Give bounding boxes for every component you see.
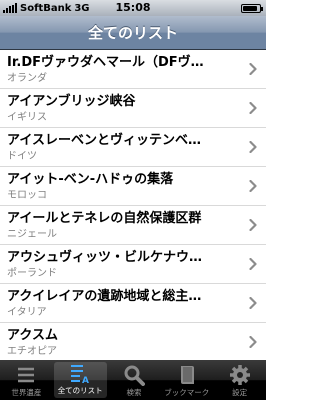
list-icon: [18, 367, 35, 383]
list-item[interactable]: Ir.DFヴァウダヘマール（DFヴ… オランダ: [0, 50, 266, 89]
list-item[interactable]: アイスレーベンとヴィッテンベ… ドイツ: [0, 128, 266, 167]
bookmark-icon: [180, 366, 194, 384]
list-item-title: アクイレイアの遺跡地域と総主…: [7, 289, 202, 304]
battery-fill: [243, 6, 258, 11]
chevron-right-icon: [249, 180, 257, 192]
list-item-title: アウシュヴィッツ・ビルケナウ…: [7, 250, 203, 265]
tab-alpha-list[interactable]: A 全てのリスト: [53, 362, 107, 398]
svg-text:A: A: [82, 376, 89, 384]
list-item[interactable]: アイット-ベン-ハドゥの集落モロッコ: [0, 167, 266, 206]
list-item[interactable]: アイールとテネレの自然保護区群ニジェール: [0, 206, 266, 245]
list-item-country: オランダ: [7, 73, 47, 84]
list-item-title: アイスレーベンとヴィッテンベ…: [7, 133, 201, 148]
tab-search[interactable]: 検索: [108, 360, 161, 400]
tab-label: ブックマーク: [164, 388, 210, 397]
chevron-right-icon: [249, 141, 257, 153]
tab-label: 全てのリスト: [57, 386, 103, 395]
chevron-right-icon: [249, 102, 257, 114]
status-bar: SoftBank 3G 15:08: [0, 0, 266, 16]
tab-label: 検索: [126, 388, 142, 397]
chevron-right-icon: [249, 297, 257, 309]
list-item-title: Ir.DFヴァウダヘマール（DFヴ…: [7, 55, 204, 70]
alpha-list-icon: A: [71, 365, 89, 384]
list-item-title: アイット-ベン-ハドゥの集落: [7, 172, 174, 187]
tab-label: 世界遺産: [11, 388, 42, 397]
list-item-country: ポーランド: [7, 268, 57, 279]
chevron-right-icon: [249, 258, 257, 270]
battery-icon: [241, 4, 263, 13]
tab-list[interactable]: 世界遺産: [0, 360, 53, 400]
search-icon: [124, 365, 145, 386]
heritage-list[interactable]: Ir.DFヴァウダヘマール（DFヴ… オランダアイアンブリッジ峡谷イギリスアイスレ…: [0, 50, 266, 360]
list-item[interactable]: アクスム エチオピア: [0, 323, 266, 360]
list-item-title: アイアンブリッジ峡谷: [7, 94, 136, 109]
navigation-bar: 全てのリスト: [0, 16, 266, 50]
list-item-country: イタリア: [7, 307, 47, 318]
tab-bookmark[interactable]: ブックマーク: [160, 360, 213, 400]
page-title: 全てのリスト: [87, 24, 178, 42]
status-time: 15:08: [115, 1, 151, 14]
list-item[interactable]: アイアンブリッジ峡谷イギリス: [0, 89, 266, 128]
list-item-country: イギリス: [7, 112, 47, 123]
chevron-right-icon: [249, 63, 257, 75]
tab-gear[interactable]: 設定: [213, 360, 266, 400]
list-item[interactable]: アウシュヴィッツ・ビルケナウ… ポーランド: [0, 245, 266, 284]
tab-bar: 世界遺産 A 全てのリスト 検索 ブックマーク 設定: [0, 360, 266, 400]
list-item[interactable]: アクイレイアの遺跡地域と総主… イタリア: [0, 284, 266, 323]
chevron-right-icon: [249, 336, 257, 348]
list-item-title: アイールとテネレの自然保護区群: [7, 211, 202, 226]
list-item-country: ドイツ: [7, 151, 37, 162]
list-item-title: アクスム: [7, 328, 58, 343]
list-item-country: エチオピア: [7, 346, 57, 357]
tab-label: 設定: [232, 388, 248, 397]
chevron-right-icon: [249, 219, 257, 231]
list-item-country: モロッコ: [7, 190, 47, 201]
gear-icon: [229, 365, 250, 385]
list-item-country: ニジェール: [7, 229, 57, 240]
